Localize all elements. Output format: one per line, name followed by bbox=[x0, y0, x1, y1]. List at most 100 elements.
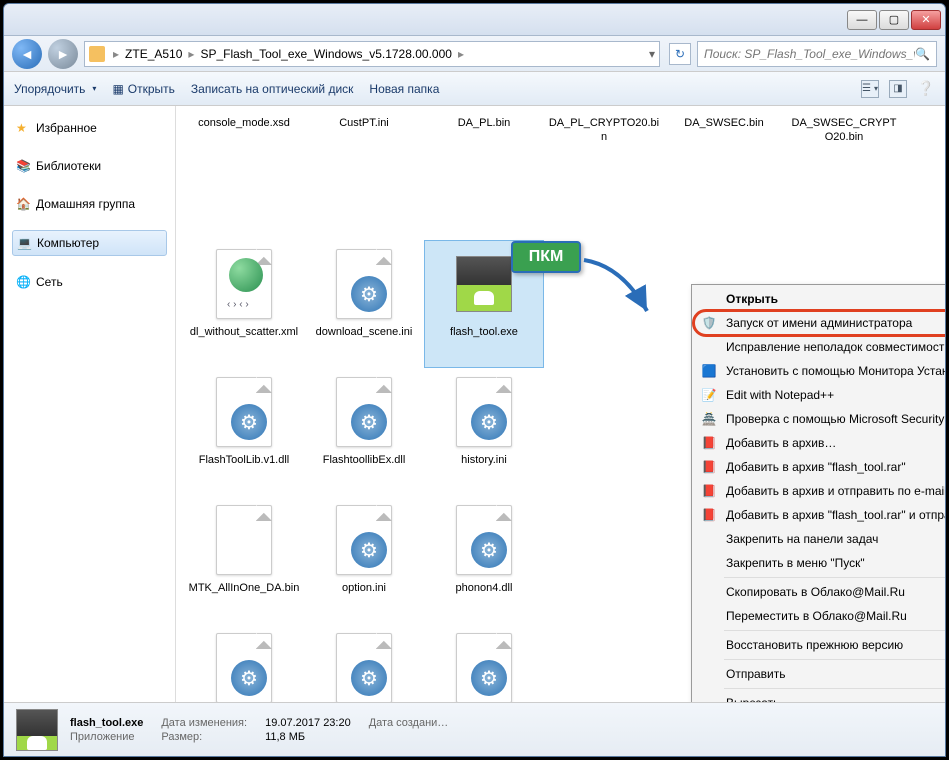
file-label: phonon4.dll bbox=[453, 582, 516, 596]
sidebar-favorites[interactable]: Избранное bbox=[12, 116, 167, 140]
sidebar-libraries[interactable]: Библиотеки bbox=[12, 154, 167, 178]
separator bbox=[724, 659, 945, 660]
gear-icon: ⚙ bbox=[351, 532, 387, 568]
chevron-right-icon: ▸ bbox=[111, 47, 121, 61]
file-item[interactable]: ⚙ phonon4.dll bbox=[424, 496, 544, 624]
ctx-cut[interactable]: Вырезать bbox=[694, 691, 945, 702]
ctx-restore-version[interactable]: Восстановить прежнюю версию bbox=[694, 633, 945, 657]
file-item[interactable]: ⚙ FlashToolLib.v1.dll bbox=[184, 368, 304, 496]
preview-pane-button[interactable]: ◨ bbox=[889, 80, 907, 98]
status-created-label: Дата создани… bbox=[369, 717, 449, 729]
minimize-button[interactable]: — bbox=[847, 10, 877, 30]
file-label: DA_PL.bin bbox=[455, 117, 514, 131]
breadcrumb-seg-2[interactable]: SP_Flash_Tool_exe_Windows_v5.1728.00.000 bbox=[196, 47, 456, 61]
file-label: dl_without_scatter.xml bbox=[187, 326, 301, 340]
ctx-copy-cloud[interactable]: Скопировать в Облако@Mail.Ru bbox=[694, 580, 945, 604]
ctx-archive-rar-email[interactable]: 📕Добавить в архив "flash_tool.rar" и отп… bbox=[694, 503, 945, 527]
search-input[interactable] bbox=[704, 47, 915, 61]
file-item[interactable]: console_mode.xsd bbox=[184, 112, 304, 240]
back-button[interactable]: ◄ bbox=[12, 39, 42, 69]
breadcrumb-seg-1[interactable]: ZTE_A510 bbox=[121, 47, 186, 61]
toolbar: Упорядочить ▦Открыть Записать на оптичес… bbox=[4, 72, 945, 106]
file-item[interactable]: MTK_AllInOne_DA.bin bbox=[184, 496, 304, 624]
file-label: history.ini bbox=[458, 454, 510, 468]
ctx-add-archive-rar[interactable]: 📕Добавить в архив "flash_tool.rar" bbox=[694, 455, 945, 479]
status-mod-value: 19.07.2017 23:20 bbox=[265, 717, 351, 729]
sidebar-computer[interactable]: Компьютер bbox=[12, 230, 167, 256]
ctx-compat-troubleshoot[interactable]: Исправление неполадок совместимости bbox=[694, 335, 945, 359]
winrar-icon: 📕 bbox=[700, 482, 718, 500]
file-label: download_scene.ini bbox=[313, 326, 416, 340]
view-menu[interactable]: ☰ bbox=[861, 80, 879, 98]
file-label: DA_PL_CRYPTO20.bin bbox=[545, 117, 663, 145]
file-label: flash_tool.exe bbox=[447, 326, 521, 340]
titlebar: — ▢ ✕ bbox=[4, 4, 945, 36]
body: Избранное Библиотеки Домашняя группа Ком… bbox=[4, 106, 945, 702]
mse-icon: 🏯 bbox=[700, 410, 718, 428]
file-label: MTK_AllInOne_DA.bin bbox=[186, 582, 303, 596]
ctx-send-to[interactable]: Отправить bbox=[694, 662, 945, 686]
notepadpp-icon: 📝 bbox=[700, 386, 718, 404]
new-folder-button[interactable]: Новая папка bbox=[369, 82, 439, 96]
file-item[interactable]: ⚙option.ini bbox=[304, 496, 424, 624]
separator bbox=[724, 630, 945, 631]
file-item[interactable]: ⚙ download_scene.ini bbox=[304, 240, 424, 368]
gear-icon: ⚙ bbox=[351, 276, 387, 312]
burn-disc-button[interactable]: Записать на оптический диск bbox=[191, 82, 354, 96]
help-button[interactable]: ❔ bbox=[917, 80, 935, 98]
ctx-pin-start[interactable]: Закрепить в меню "Пуск" bbox=[694, 551, 945, 575]
file-label: DA_SWSEC_CRYPTO20.bin bbox=[785, 117, 903, 145]
ctx-scan-mse[interactable]: 🏯Проверка с помощью Microsoft Security E… bbox=[694, 407, 945, 431]
search-icon: 🔍 bbox=[915, 47, 930, 61]
ctx-add-archive[interactable]: 📕Добавить в архив… bbox=[694, 431, 945, 455]
file-item[interactable]: ⚙ FlashtoollibEx.dll bbox=[304, 368, 424, 496]
file-item[interactable]: ‹ › ‹ ›dl_without_scatter.xml bbox=[184, 240, 304, 368]
breadcrumb[interactable]: ▸ ZTE_A510 ▸ SP_Flash_Tool_exe_Windows_v… bbox=[84, 41, 660, 67]
open-button[interactable]: ▦Открыть bbox=[112, 82, 174, 96]
status-info: flash_tool.exe Дата изменения: 19.07.201… bbox=[70, 717, 448, 743]
sidebar-homegroup[interactable]: Домашняя группа bbox=[12, 192, 167, 216]
file-label: FlashToolLib.v1.dll bbox=[196, 454, 293, 468]
ctx-edit-notepadpp[interactable]: 📝Edit with Notepad++ bbox=[694, 383, 945, 407]
refresh-button[interactable]: ↻ bbox=[669, 43, 691, 65]
sidebar-network[interactable]: Сеть bbox=[12, 270, 167, 294]
file-item[interactable]: DA_SWSEC_CRYPTO20.bin bbox=[784, 112, 904, 240]
shield-icon: 🛡️ bbox=[700, 314, 718, 332]
organize-menu[interactable]: Упорядочить bbox=[14, 82, 96, 96]
gear-icon: ⚙ bbox=[471, 532, 507, 568]
status-bar: flash_tool.exe Дата изменения: 19.07.201… bbox=[4, 702, 945, 756]
file-item[interactable]: DA_PL.bin bbox=[424, 112, 544, 240]
search-box[interactable]: 🔍 bbox=[697, 41, 937, 67]
callout-arrow bbox=[582, 256, 662, 326]
context-menu: Открыть 🛡️Запуск от имени администратора… bbox=[691, 284, 945, 702]
file-item[interactable]: DA_PL_CRYPTO20.bin bbox=[544, 112, 664, 240]
ctx-move-cloud[interactable]: Переместить в Облако@Mail.Ru bbox=[694, 604, 945, 628]
gear-icon: ⚙ bbox=[231, 404, 267, 440]
file-label: console_mode.xsd bbox=[195, 117, 293, 131]
file-label: DA_SWSEC.bin bbox=[681, 117, 766, 131]
file-item[interactable]: ⚙QtHelp4.dll bbox=[304, 624, 424, 702]
gear-icon: ⚙ bbox=[471, 404, 507, 440]
status-filename: flash_tool.exe bbox=[70, 717, 143, 729]
ctx-pin-taskbar[interactable]: Закрепить на панели задач bbox=[694, 527, 945, 551]
ctx-open[interactable]: Открыть bbox=[694, 287, 945, 311]
forward-button[interactable]: ► bbox=[48, 39, 78, 69]
installer-icon: 🟦 bbox=[700, 362, 718, 380]
file-item[interactable]: DA_SWSEC.bin bbox=[664, 112, 784, 240]
file-label: FlashtoollibEx.dll bbox=[320, 454, 409, 468]
ctx-install-monitor[interactable]: 🟦Установить с помощью Монитора Установки… bbox=[694, 359, 945, 383]
close-button[interactable]: ✕ bbox=[911, 10, 941, 30]
ctx-run-as-admin[interactable]: 🛡️Запуск от имени администратора bbox=[694, 311, 945, 335]
maximize-button[interactable]: ▢ bbox=[879, 10, 909, 30]
file-item[interactable]: ⚙QtNetwork4.dll bbox=[424, 624, 544, 702]
separator bbox=[724, 577, 945, 578]
file-item[interactable]: ⚙QtGui4.dll bbox=[184, 624, 304, 702]
file-item[interactable]: ⚙ history.ini bbox=[424, 368, 544, 496]
gear-icon: ⚙ bbox=[351, 404, 387, 440]
file-label: CustPT.ini bbox=[336, 117, 392, 131]
file-item[interactable]: CustPT.ini bbox=[304, 112, 424, 240]
file-list[interactable]: ПКМ console_mode.xsd CustPT.ini DA_PL.bi… bbox=[176, 106, 945, 702]
ctx-archive-email[interactable]: 📕Добавить в архив и отправить по e-mail… bbox=[694, 479, 945, 503]
breadcrumb-drop[interactable]: ▾ bbox=[649, 47, 655, 61]
status-size-value: 11,8 МБ bbox=[265, 731, 351, 743]
